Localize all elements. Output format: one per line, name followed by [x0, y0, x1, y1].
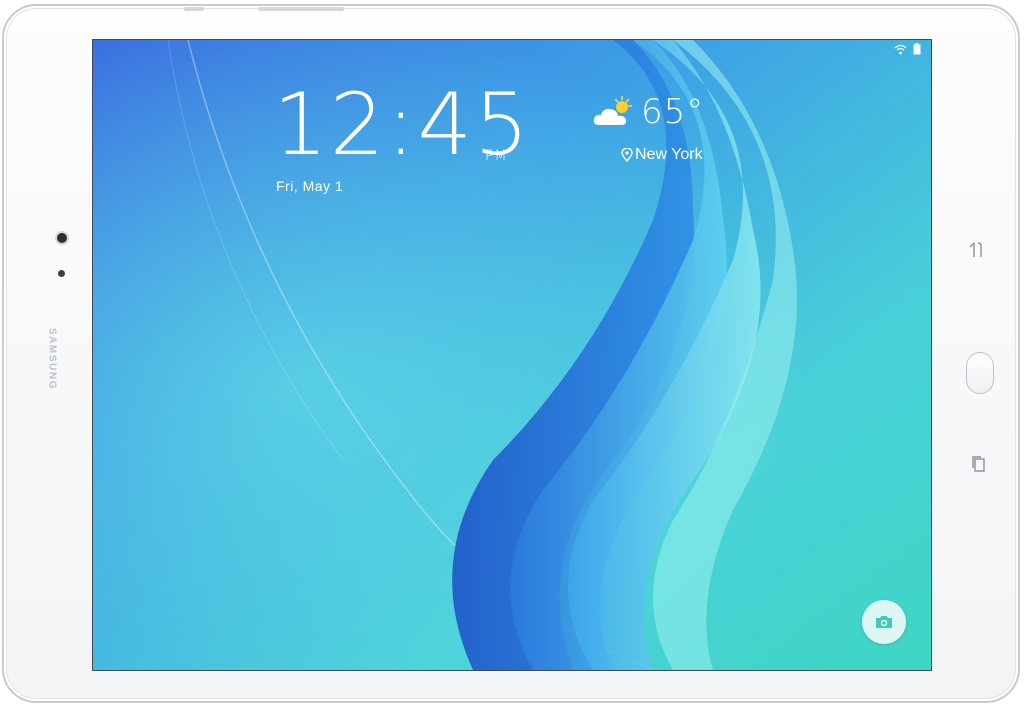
weather-temperature: 65°: [641, 92, 705, 132]
weather-location: New York: [621, 146, 703, 164]
front-camera: [57, 233, 67, 243]
status-bar: [894, 43, 921, 55]
location-name: New York: [635, 146, 703, 163]
lock-screen[interactable]: 12:45 PM Fri, May 1 65° New York: [93, 40, 931, 670]
clock-widget[interactable]: 12:45 PM: [273, 82, 531, 168]
recent-apps-icon[interactable]: [970, 454, 988, 474]
partly-cloudy-icon[interactable]: [593, 95, 639, 129]
battery-icon: [913, 43, 921, 55]
camera-icon: [876, 616, 892, 628]
power-button[interactable]: [258, 7, 344, 11]
home-button[interactable]: [966, 352, 994, 394]
back-icon[interactable]: [968, 240, 988, 260]
location-pin-icon: [621, 148, 633, 162]
clock-ampm: PM: [485, 148, 508, 164]
wifi-icon: [894, 44, 907, 54]
light-sensor: [58, 270, 65, 277]
clock-date: Fri, May 1: [276, 178, 344, 194]
camera-shortcut-button[interactable]: [862, 600, 906, 644]
volume-button[interactable]: [184, 7, 204, 11]
